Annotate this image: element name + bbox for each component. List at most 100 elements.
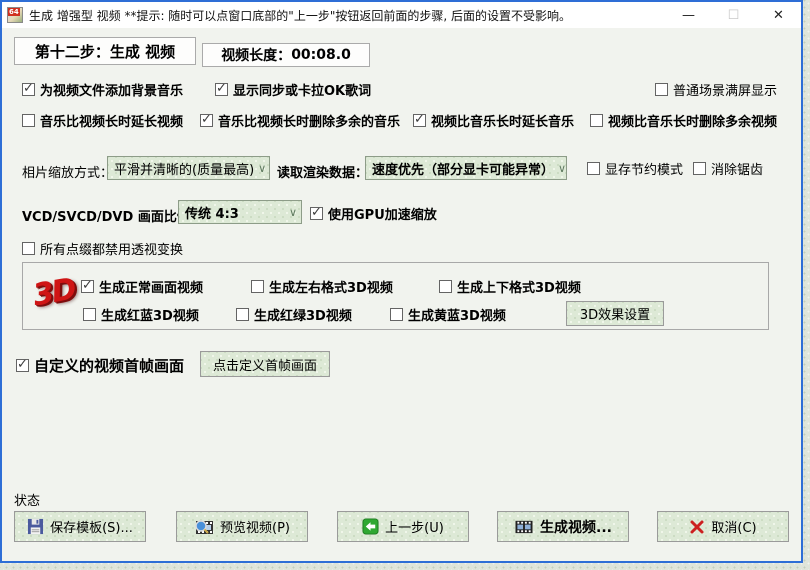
button-label: 上一步(U) — [385, 521, 444, 536]
checkbox-label: 生成黄蓝3D视频 — [408, 309, 506, 324]
step-title-box: 第十二步：生成 视频 — [14, 37, 196, 65]
checkbox-label: 所有点缀都禁用透视变换 — [40, 243, 184, 258]
back-arrow-icon — [362, 518, 379, 535]
window-controls: — ☐ ✕ — [666, 2, 801, 28]
preview-video-button[interactable]: 预览视频(P) — [176, 511, 308, 542]
checkbox-box — [590, 114, 603, 127]
red-x-icon — [690, 520, 704, 533]
checkbox-label: 生成左右格式3D视频 — [269, 281, 393, 296]
checkbox-label: 自定义的视频首帧画面 — [34, 357, 185, 375]
video-length-box: 视频长度： 00:08.0 — [202, 43, 370, 67]
checkbox-disable-perspective[interactable]: 所有点缀都禁用透视变换 — [22, 239, 183, 258]
checkbox-box — [83, 308, 96, 321]
checkbox-label: 为视频文件添加背景音乐 — [40, 84, 184, 99]
button-label: 生成视频... — [540, 519, 612, 536]
checkbox-label: 消除锯齿 — [711, 163, 764, 178]
step-title: 第十二步：生成 视频 — [34, 42, 176, 61]
previous-step-button[interactable]: 上一步(U) — [337, 511, 469, 542]
checkbox-box — [693, 162, 706, 175]
window-title: 生成 增强型 视频 **提示: 随时可以点窗口底部的"上一步"按钮返回前面的步骤… — [29, 8, 571, 23]
minimize-icon[interactable]: — — [666, 2, 711, 28]
checkbox-label: 生成上下格式3D视频 — [457, 281, 581, 296]
checkbox-label: 使用GPU加速缩放 — [328, 208, 437, 223]
checkbox-generate-normal-video[interactable]: 生成正常画面视频 — [81, 277, 203, 296]
checkbox-show-karaoke-lyrics[interactable]: 显示同步或卡拉OK歌词 — [215, 80, 371, 99]
checkbox-normal-scene-fullscreen[interactable]: 普通场景满屏显示 — [655, 80, 777, 99]
render-source-label: 读取渲染数据： — [277, 166, 369, 181]
checkbox-video-longer-trim-video[interactable]: 视频比音乐长时删除多余视频 — [590, 111, 777, 130]
cancel-button[interactable]: 取消(C) — [657, 511, 789, 542]
title-bar: 64 生成 增强型 视频 **提示: 随时可以点窗口底部的"上一步"按钮返回前面… — [2, 2, 801, 28]
checkbox-label: 视频比音乐长时延长音乐 — [431, 115, 575, 130]
checkbox-box — [200, 112, 213, 127]
checkbox-generate-yellowblue-3d[interactable]: 生成黄蓝3D视频 — [390, 305, 506, 324]
film-preview-icon — [195, 519, 213, 534]
checkbox-antialias[interactable]: 消除锯齿 — [693, 159, 763, 178]
render-source-select[interactable]: 速度优先（部分显卡可能异常） ∨ — [365, 156, 567, 180]
app-window: 64 生成 增强型 视频 **提示: 随时可以点窗口底部的"上一步"按钮返回前面… — [0, 0, 803, 563]
checkbox-generate-tb-3d[interactable]: 生成上下格式3D视频 — [439, 277, 581, 296]
3d-logo: 3D — [30, 271, 78, 314]
checkbox-music-longer-extend-video[interactable]: 音乐比视频长时延长视频 — [22, 111, 183, 130]
checkbox-gpu-scaling[interactable]: 使用GPU加速缩放 — [310, 204, 437, 223]
checkbox-label: 生成正常画面视频 — [99, 281, 204, 296]
checkbox-box — [236, 308, 249, 321]
checkbox-label: 视频比音乐长时删除多余视频 — [608, 115, 778, 130]
button-label: 预览视频(P) — [220, 521, 290, 536]
checkbox-add-bg-music[interactable]: 为视频文件添加背景音乐 — [22, 80, 183, 99]
aspect-ratio-label: VCD/SVCD/DVD 画面比例: — [22, 210, 196, 225]
checkbox-vram-saving-mode[interactable]: 显存节约模式 — [587, 159, 683, 178]
dialog-content: 第十二步：生成 视频 视频长度：00:08.0 为视频文件添加背景音乐 显示同步… — [2, 28, 801, 561]
checkbox-box — [22, 81, 35, 96]
checkbox-generate-sbs-3d[interactable]: 生成左右格式3D视频 — [251, 277, 393, 296]
checkbox-label: 普通场景满屏显示 — [673, 84, 778, 99]
checkbox-label: 音乐比视频长时延长视频 — [40, 115, 184, 130]
close-icon[interactable]: ✕ — [756, 2, 801, 28]
checkbox-box — [22, 114, 35, 127]
checkbox-box — [310, 205, 323, 220]
checkbox-box — [439, 280, 452, 293]
video-length-label: 视频长度： — [221, 48, 292, 64]
save-template-button[interactable]: 保存模板(S)... — [14, 511, 146, 542]
define-first-frame-button[interactable]: 点击定义首帧画面 — [200, 351, 330, 377]
checkbox-box — [81, 278, 94, 293]
video-length-value: 00:08.0 — [291, 47, 351, 63]
checkbox-label: 生成红绿3D视频 — [254, 309, 352, 324]
3d-effect-settings-button[interactable]: 3D效果设置 — [566, 301, 664, 326]
checkbox-box — [16, 357, 29, 372]
filmstrip-icon — [515, 520, 533, 534]
photo-scale-value: 平滑并清晰的(质量最高) — [114, 162, 255, 178]
maximize-icon: ☐ — [727, 7, 740, 23]
button-label: 3D效果设置 — [579, 308, 651, 323]
checkbox-label: 显存节约模式 — [605, 163, 684, 178]
status-label: 状态 — [14, 494, 41, 509]
checkbox-generate-redblue-3d[interactable]: 生成红蓝3D视频 — [83, 305, 199, 324]
render-source-value: 速度优先（部分显卡可能异常） — [372, 162, 555, 178]
button-label: 点击定义首帧画面 — [212, 358, 317, 374]
checkbox-custom-first-frame[interactable]: 自定义的视频首帧画面 — [16, 355, 184, 376]
checkbox-box — [587, 162, 600, 175]
checkbox-generate-redgreen-3d[interactable]: 生成红绿3D视频 — [236, 305, 352, 324]
button-label: 取消(C) — [711, 521, 757, 536]
checkbox-box — [215, 81, 228, 96]
chevron-down-icon: ∨ — [558, 161, 567, 175]
chevron-down-icon: ∨ — [288, 205, 297, 219]
button-label: 保存模板(S)... — [50, 521, 133, 536]
checkbox-label: 生成红蓝3D视频 — [101, 309, 199, 324]
checkbox-music-longer-trim-music[interactable]: 音乐比视频长时删除多余的音乐 — [200, 111, 400, 130]
photo-scale-label: 相片缩放方式： — [22, 166, 114, 181]
generate-video-button[interactable]: 生成视频... — [497, 511, 629, 542]
checkbox-box — [22, 242, 35, 255]
aspect-ratio-value: 传统 4:3 — [185, 206, 239, 222]
checkbox-box — [251, 280, 264, 293]
floppy-disk-icon — [28, 518, 44, 535]
checkbox-box — [413, 112, 426, 127]
app-icon-badge: 64 — [8, 8, 20, 16]
checkbox-box — [655, 83, 668, 96]
aspect-ratio-select[interactable]: 传统 4:3 ∨ — [178, 200, 302, 224]
photo-scale-select[interactable]: 平滑并清晰的(质量最高) ∨ — [107, 156, 270, 180]
checkbox-label: 音乐比视频长时删除多余的音乐 — [218, 115, 401, 130]
chevron-down-icon: ∨ — [258, 161, 267, 175]
group-3d-options: 3D 生成正常画面视频 生成左右格式3D视频 生成上下格式3D视频 生成红蓝3D… — [22, 262, 769, 330]
checkbox-video-longer-extend-music[interactable]: 视频比音乐长时延长音乐 — [413, 111, 574, 130]
